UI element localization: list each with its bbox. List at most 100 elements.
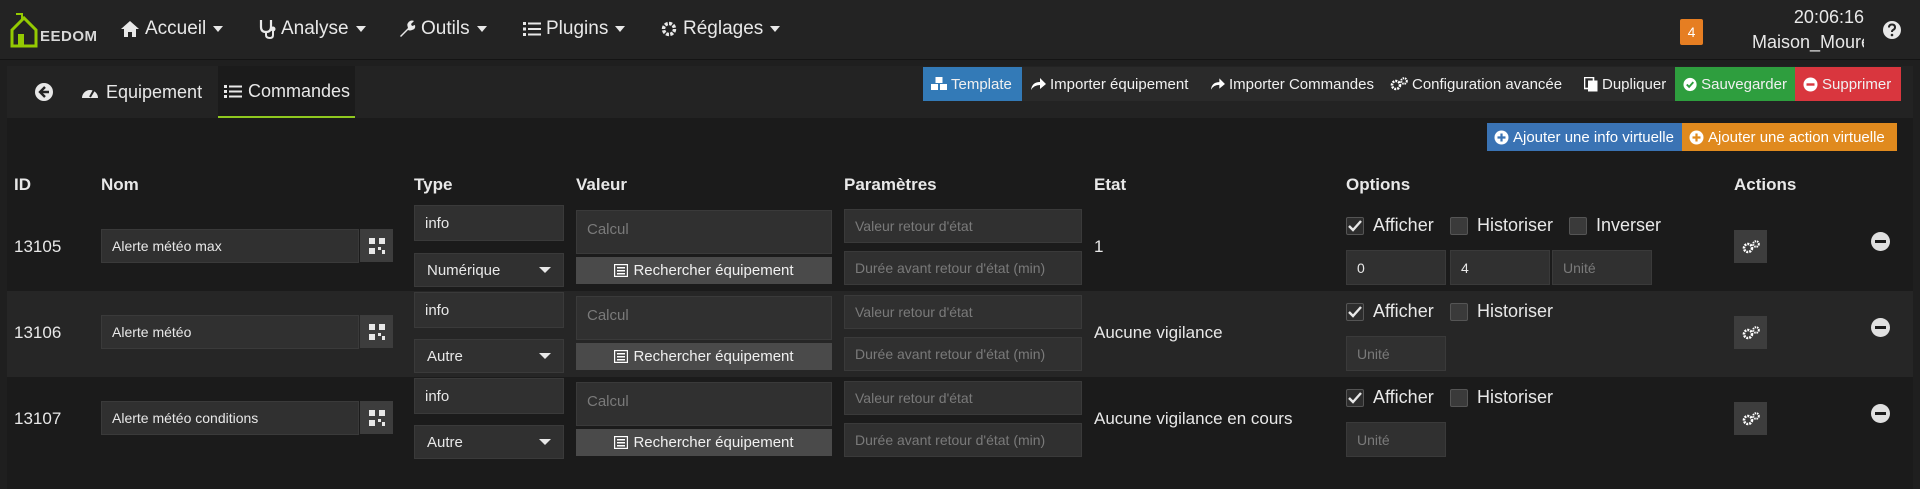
remove-cmd-icon[interactable] [1871, 404, 1890, 423]
cogs-icon [1742, 239, 1760, 253]
return-value-input[interactable]: Valeur retour d'état [844, 381, 1082, 415]
search-equipment-button[interactable]: Rechercher équipement [576, 257, 832, 284]
cmd-icon-button[interactable] [360, 229, 393, 262]
list-alt-icon [614, 436, 629, 449]
chevron-down-icon [355, 26, 366, 32]
checkbox-label: Afficher [1373, 387, 1434, 407]
cmd-subtype-select[interactable]: Autre [414, 339, 564, 373]
historize-checkbox[interactable]: Historiser [1450, 301, 1553, 322]
unit-input[interactable]: Unité [1346, 422, 1446, 457]
min-value-input[interactable]: 0 [1346, 250, 1446, 285]
menu-plugins[interactable]: Plugins [523, 18, 626, 40]
calc-textarea[interactable]: Calcul [576, 210, 832, 254]
display-checkbox[interactable]: Afficher [1346, 387, 1434, 408]
stethoscope-icon [259, 20, 276, 39]
advanced-config-button[interactable]: Configuration avancée [1382, 67, 1576, 101]
jeedom-logo[interactable]: EEDOM [8, 6, 98, 52]
minus-circle-icon [1803, 77, 1818, 91]
wrench-icon [400, 20, 416, 37]
button-label: Importer Commandes [1228, 75, 1374, 93]
menu-analyse[interactable]: Analyse [258, 18, 366, 40]
list-alt-icon [614, 264, 629, 277]
return-value-input[interactable]: Valeur retour d'état [844, 295, 1082, 329]
cubes-icon [931, 77, 947, 90]
tab-equipement[interactable]: Equipement [80, 66, 210, 118]
cogs-icon [1742, 325, 1760, 339]
invert-checkbox[interactable]: Inverser [1569, 215, 1661, 236]
display-checkbox[interactable]: Afficher [1346, 215, 1434, 236]
cmd-subtype-select[interactable]: Numérique [414, 253, 564, 287]
max-value-input[interactable]: 4 [1450, 250, 1550, 285]
checkbox-icon [1450, 216, 1468, 235]
button-label: Dupliquer [1602, 75, 1667, 93]
cmd-type-field[interactable]: info [414, 205, 564, 241]
select-value: Numérique [427, 261, 501, 279]
tab-commandes[interactable]: Commandes [218, 66, 355, 118]
save-button[interactable]: Sauvegarder [1675, 67, 1795, 101]
unit-input[interactable]: Unité [1552, 250, 1652, 285]
gear-icon [661, 21, 677, 37]
button-label: Supprimer [1822, 75, 1892, 93]
import-equipment-button[interactable]: Importer équipement [1022, 67, 1202, 101]
header-actions: Actions [1734, 175, 1797, 194]
cmd-name-input[interactable]: Alerte météo [101, 315, 359, 349]
site-name: Maison_Moure [1752, 32, 1864, 52]
menu-accueil[interactable]: Accueil [120, 18, 224, 40]
return-delay-input[interactable]: Durée avant retour d'état (min) [844, 423, 1082, 457]
add-action-button[interactable]: Ajouter une action virtuelle [1682, 123, 1897, 151]
header-type: Type [414, 175, 453, 194]
share-icon [1210, 78, 1225, 90]
chevron-down-icon [615, 26, 626, 32]
button-label: Importer équipement [1050, 75, 1189, 93]
cmd-type-field[interactable]: info [414, 378, 564, 414]
import-commands-button[interactable]: Importer Commandes [1202, 67, 1382, 101]
tab-label: Commandes [248, 80, 351, 101]
cmd-config-button[interactable] [1734, 402, 1767, 435]
cmd-id: 13106 [14, 323, 62, 342]
tab-label: Equipement [106, 81, 203, 102]
cmd-icon-button[interactable] [360, 315, 393, 348]
checkbox-checked-icon [1346, 216, 1364, 235]
cmd-state: Aucune vigilance [1094, 323, 1223, 342]
return-value-input[interactable]: Valeur retour d'état [844, 209, 1082, 243]
arrow-left-circle-icon [35, 83, 53, 101]
help-icon[interactable] [1882, 20, 1902, 40]
historize-checkbox[interactable]: Historiser [1450, 215, 1553, 236]
calc-textarea[interactable]: Calcul [576, 296, 832, 340]
cmd-state: 1 [1094, 237, 1104, 256]
remove-cmd-icon[interactable] [1871, 232, 1890, 251]
menu-reglages[interactable]: Réglages [660, 18, 781, 40]
unit-input[interactable]: Unité [1346, 336, 1446, 371]
cmd-config-button[interactable] [1734, 316, 1767, 349]
cmd-config-button[interactable] [1734, 230, 1767, 263]
back-button[interactable] [22, 66, 72, 118]
add-info-button[interactable]: Ajouter une info virtuelle [1487, 123, 1682, 151]
list-alt-icon [614, 350, 629, 363]
notification-badge[interactable]: 4 [1680, 19, 1703, 45]
calc-textarea[interactable]: Calcul [576, 382, 832, 426]
return-delay-input[interactable]: Durée avant retour d'état (min) [844, 337, 1082, 371]
checkbox-label: Inverser [1596, 215, 1662, 235]
search-equipment-button[interactable]: Rechercher équipement [576, 343, 832, 370]
cmd-type-field[interactable]: info [414, 292, 564, 328]
checkbox-label: Afficher [1373, 215, 1434, 235]
template-button[interactable]: Template [923, 67, 1022, 101]
menu-outils[interactable]: Outils [398, 18, 487, 40]
duplicate-button[interactable]: Dupliquer [1576, 67, 1675, 101]
remove-cmd-icon[interactable] [1871, 318, 1890, 337]
return-delay-input[interactable]: Durée avant retour d'état (min) [844, 251, 1082, 285]
historize-checkbox[interactable]: Historiser [1450, 387, 1553, 408]
plus-circle-icon [1494, 130, 1509, 144]
cmd-name-input[interactable]: Alerte météo max [101, 229, 359, 263]
display-checkbox[interactable]: Afficher [1346, 301, 1434, 322]
header-options: Options [1346, 175, 1411, 194]
cmd-name-input[interactable]: Alerte météo conditions [101, 401, 359, 435]
tachometer-icon [82, 89, 98, 98]
cmd-icon-button[interactable] [360, 401, 393, 434]
delete-button[interactable]: Supprimer [1795, 67, 1901, 101]
checkbox-label: Historiser [1477, 387, 1554, 407]
checkbox-icon [1569, 216, 1587, 235]
search-equipment-button[interactable]: Rechercher équipement [576, 429, 832, 456]
cmd-subtype-select[interactable]: Autre [414, 425, 564, 459]
qrcode-icon [368, 237, 385, 254]
